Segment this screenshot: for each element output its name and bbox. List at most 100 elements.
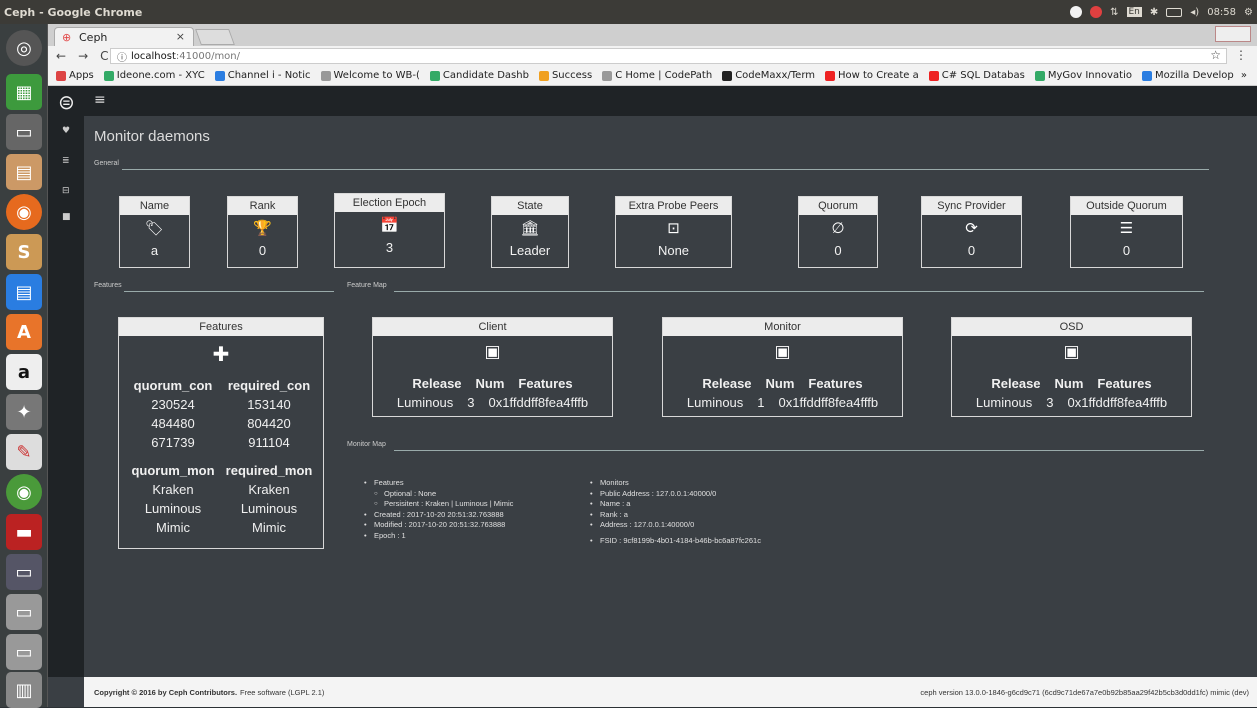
stat-card-name: Name 🏷 a: [119, 196, 190, 268]
features-cell: Mimic: [156, 520, 190, 535]
text-editor-icon[interactable]: ✎: [6, 434, 42, 470]
stat-card-rank: Rank 🏆 0: [227, 196, 298, 268]
update-icon[interactable]: [1090, 6, 1103, 18]
firefox-icon[interactable]: ◉: [6, 194, 42, 230]
bookmark-item[interactable]: How to Create a: [825, 70, 919, 81]
network-icon[interactable]: ⇅: [1110, 7, 1118, 18]
section-feature-map-label: Feature Map: [347, 282, 387, 289]
release-header-cell: Features: [518, 376, 573, 391]
id-badge-icon: ▣: [484, 342, 501, 362]
impress-icon[interactable]: S: [6, 234, 42, 270]
bookmark-item[interactable]: MyGov Innovatio: [1034, 70, 1132, 81]
chrome-menu-button[interactable]: ⋮: [1235, 48, 1247, 62]
stat-card-title: Quorum: [799, 197, 877, 215]
drive-icon-2[interactable]: ▭: [6, 634, 42, 670]
mm-features: Features: [364, 478, 513, 489]
bookmark-item[interactable]: Success: [538, 70, 592, 81]
battery-icon[interactable]: [1166, 7, 1183, 17]
menu-toggle-button[interactable]: ≡: [94, 92, 106, 108]
back-button[interactable]: ←: [56, 49, 66, 63]
bookmark-item[interactable]: Ideone.com - XYC: [103, 70, 205, 81]
presentation-icon[interactable]: ▤: [6, 154, 42, 190]
heartbeat-icon[interactable]: ♥: [62, 126, 72, 136]
release-card-title: OSD: [952, 318, 1191, 336]
release-value-row: Luminous 3 0x1ffddff8fea4fffb: [952, 395, 1191, 410]
media-icon[interactable]: ▬: [6, 514, 42, 550]
monitor-map-monitors: Monitors Public Address : 127.0.0.1:4000…: [590, 478, 761, 546]
bookmark-item[interactable]: Candidate Dashb: [429, 70, 529, 81]
bookmark-item[interactable]: CodeMaxx/Term: [722, 70, 815, 81]
bookmark-item[interactable]: Apps: [56, 70, 94, 81]
stat-card-election-epoch: Election Epoch 📅 3: [334, 193, 445, 268]
bookmark-item[interactable]: Welcome to WB-(: [320, 70, 420, 81]
software-center-icon[interactable]: A: [6, 314, 42, 350]
release-header-row: Release Num Features: [952, 376, 1191, 391]
power-icon[interactable]: ⚙: [1244, 7, 1253, 18]
stat-card-value: 0: [258, 243, 267, 258]
os-top-bar: Ceph - Google Chrome ⇅ En ✱ ◂) 08:58 ⚙: [0, 0, 1257, 24]
folder-icon[interactable]: ■: [62, 212, 72, 222]
bookmark-item[interactable]: Mozilla Develop: [1141, 70, 1234, 81]
settings-icon[interactable]: ✦: [6, 394, 42, 430]
site-info-icon[interactable]: ⓘ: [117, 49, 127, 64]
spreadsheet-icon[interactable]: ▦: [6, 74, 42, 110]
amazon-icon[interactable]: a: [6, 354, 42, 390]
footer: Copyright © 2016 by Ceph Contributors. F…: [84, 677, 1257, 707]
bookmark-favicon-icon: [1034, 70, 1045, 81]
release-value-row: Luminous 1 0x1ffddff8fea4fffb: [663, 395, 902, 410]
bookmark-item[interactable]: C Home | CodePath: [602, 70, 712, 81]
bank-icon: 🏛: [520, 219, 540, 237]
dash-icon[interactable]: ◎: [6, 30, 42, 66]
stat-card-title: Sync Provider: [922, 197, 1021, 215]
section-features-label: Features: [94, 282, 122, 289]
new-tab-button[interactable]: [195, 29, 235, 45]
storage-icon[interactable]: ⊟: [62, 186, 72, 196]
features-header-cell: required_mon: [225, 463, 313, 478]
bookmarks-more-button[interactable]: »: [1241, 70, 1247, 81]
drive-icon[interactable]: ▭: [6, 594, 42, 630]
bookmark-star-icon[interactable]: ☆: [1210, 48, 1221, 62]
profile-badge[interactable]: [1215, 26, 1251, 42]
bookmark-favicon-icon: [214, 70, 225, 81]
features-cell: Mimic: [252, 520, 286, 535]
keyboard-layout[interactable]: En: [1126, 7, 1142, 17]
ceph-logo-icon[interactable]: ⊜: [58, 90, 75, 114]
calendar-icon: 📅: [380, 216, 399, 234]
list-icon[interactable]: ≣: [62, 156, 72, 166]
files-icon[interactable]: ▭: [6, 114, 42, 150]
release-value-cell: 0x1ffddff8fea4fffb: [1067, 395, 1168, 410]
terminal-icon[interactable]: ▭: [6, 554, 42, 590]
clock[interactable]: 08:58: [1207, 7, 1236, 18]
reload-button[interactable]: C: [100, 49, 108, 63]
chrome-icon[interactable]: ◉: [6, 474, 42, 510]
bookmark-favicon-icon: [928, 70, 939, 81]
bookmark-label: Candidate Dashb: [442, 70, 529, 81]
release-header-cell: Num: [765, 376, 795, 391]
user-icon[interactable]: [1070, 6, 1083, 18]
trash-icon[interactable]: ▥: [6, 672, 42, 708]
stat-card-value: 0: [834, 243, 842, 258]
features-cell: 230524: [151, 397, 195, 412]
monitor-map-features: Features Optional : None Persisitent : K…: [364, 478, 513, 541]
url-input[interactable]: ⓘ localhost:41000/mon/: [110, 48, 1227, 64]
bookmark-favicon-icon: [103, 70, 114, 81]
writer-icon[interactable]: ▤: [6, 274, 42, 310]
bluetooth-icon[interactable]: ✱: [1150, 7, 1158, 18]
stat-card-title: Extra Probe Peers: [616, 197, 731, 215]
bookmark-item[interactable]: C# SQL Databas: [928, 70, 1025, 81]
release-value-cell: 0x1ffddff8fea4fffb: [778, 395, 879, 410]
volume-icon[interactable]: ◂): [1190, 7, 1199, 18]
features-table-row: Luminous Luminous: [125, 499, 317, 518]
forward-button[interactable]: →: [78, 49, 88, 63]
section-monitor-map-divider: [394, 450, 1204, 451]
release-card-title: Monitor: [663, 318, 902, 336]
tab-ceph[interactable]: ⊕ Ceph ×: [54, 27, 194, 46]
features-cell: Kraken: [248, 482, 290, 497]
bookmark-item[interactable]: Channel i - Notic: [214, 70, 311, 81]
tab-close-button[interactable]: ×: [176, 30, 185, 43]
features-cell: Luminous: [144, 501, 202, 516]
tag-icon: 🏷: [144, 219, 165, 237]
mm-name: Name : a: [590, 499, 761, 510]
bookmark-label: MyGov Innovatio: [1047, 70, 1132, 81]
release-header-row: Release Num Features: [663, 376, 902, 391]
